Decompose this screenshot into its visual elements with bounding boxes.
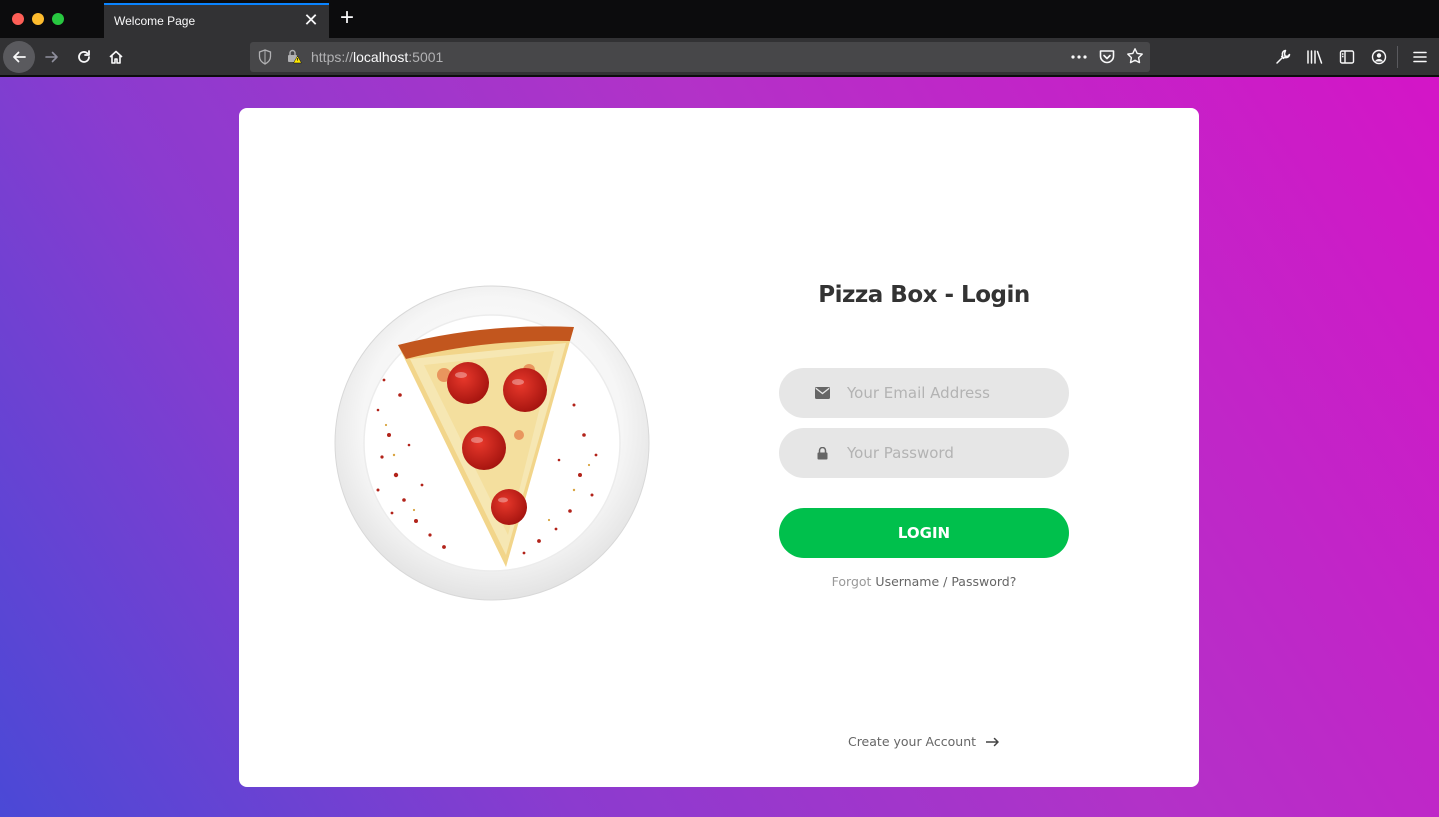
arrow-right-icon xyxy=(985,735,1000,750)
home-button[interactable] xyxy=(101,42,131,72)
sidebars-button[interactable] xyxy=(1337,47,1357,67)
browser-titlebar: Welcome Page ✕ + xyxy=(0,0,1439,38)
forgot-password-link[interactable]: Password? xyxy=(951,574,1016,589)
create-account-link[interactable]: Create your Account xyxy=(779,734,1069,750)
menu-button[interactable] xyxy=(1410,47,1430,67)
account-button[interactable] xyxy=(1369,47,1389,67)
pizza-image xyxy=(334,285,650,601)
url-text[interactable]: https://localhost:5001 xyxy=(311,49,443,65)
forgot-username-link[interactable]: Username xyxy=(875,574,939,589)
maximize-window-button[interactable] xyxy=(52,13,64,25)
url-host: localhost xyxy=(353,49,409,65)
page-actions-more-icon[interactable] xyxy=(1070,48,1088,70)
tab-close-button[interactable]: ✕ xyxy=(302,10,320,30)
home-icon xyxy=(109,50,123,64)
bookmark-star-icon[interactable] xyxy=(1126,47,1144,69)
toolbar-separator xyxy=(1397,46,1398,68)
create-account-label: Create your Account xyxy=(847,734,977,749)
page-background: Pizza Box - Login LOGIN Forgot Us xyxy=(0,77,1439,817)
minimize-window-button[interactable] xyxy=(32,13,44,25)
insecure-lock-icon[interactable] xyxy=(286,48,302,68)
login-button[interactable]: LOGIN xyxy=(779,508,1069,558)
sidebar-icon xyxy=(1339,50,1355,64)
url-bar[interactable]: https://localhost:5001 xyxy=(250,42,1150,72)
browser-navbar: https://localhost:5001 xyxy=(0,38,1439,76)
hamburger-menu-icon xyxy=(1413,51,1427,63)
back-arrow-icon xyxy=(13,51,26,63)
tracking-shield-icon[interactable] xyxy=(258,49,272,69)
url-scheme: https:// xyxy=(311,49,354,65)
pocket-icon[interactable] xyxy=(1098,48,1116,70)
browser-tab[interactable]: Welcome Page ✕ xyxy=(104,3,329,38)
library-icon xyxy=(1307,50,1323,64)
forgot-separator: / xyxy=(939,574,952,589)
forgot-prefix: Forgot xyxy=(831,574,872,589)
tab-title: Welcome Page xyxy=(114,14,196,28)
password-input[interactable] xyxy=(847,428,1047,478)
account-icon xyxy=(1371,49,1387,65)
wrench-icon xyxy=(1276,49,1291,64)
new-tab-button[interactable]: + xyxy=(336,6,358,30)
login-title: Pizza Box - Login xyxy=(818,282,1030,308)
forward-arrow-icon xyxy=(45,51,58,63)
developer-tools-button[interactable] xyxy=(1273,47,1293,67)
reload-button[interactable] xyxy=(69,42,99,72)
reload-icon xyxy=(78,50,90,63)
email-input[interactable] xyxy=(847,368,1047,418)
lock-icon xyxy=(814,445,830,461)
back-button[interactable] xyxy=(3,41,35,73)
forward-button[interactable] xyxy=(37,42,67,72)
password-field[interactable] xyxy=(779,428,1069,478)
close-window-button[interactable] xyxy=(12,13,24,25)
envelope-icon xyxy=(814,385,830,401)
login-card: Pizza Box - Login LOGIN Forgot Us xyxy=(239,108,1199,787)
email-field[interactable] xyxy=(779,368,1069,418)
url-port: :5001 xyxy=(408,49,444,65)
library-button[interactable] xyxy=(1305,47,1325,67)
forgot-credentials: Forgot Username / Password? xyxy=(779,574,1069,589)
